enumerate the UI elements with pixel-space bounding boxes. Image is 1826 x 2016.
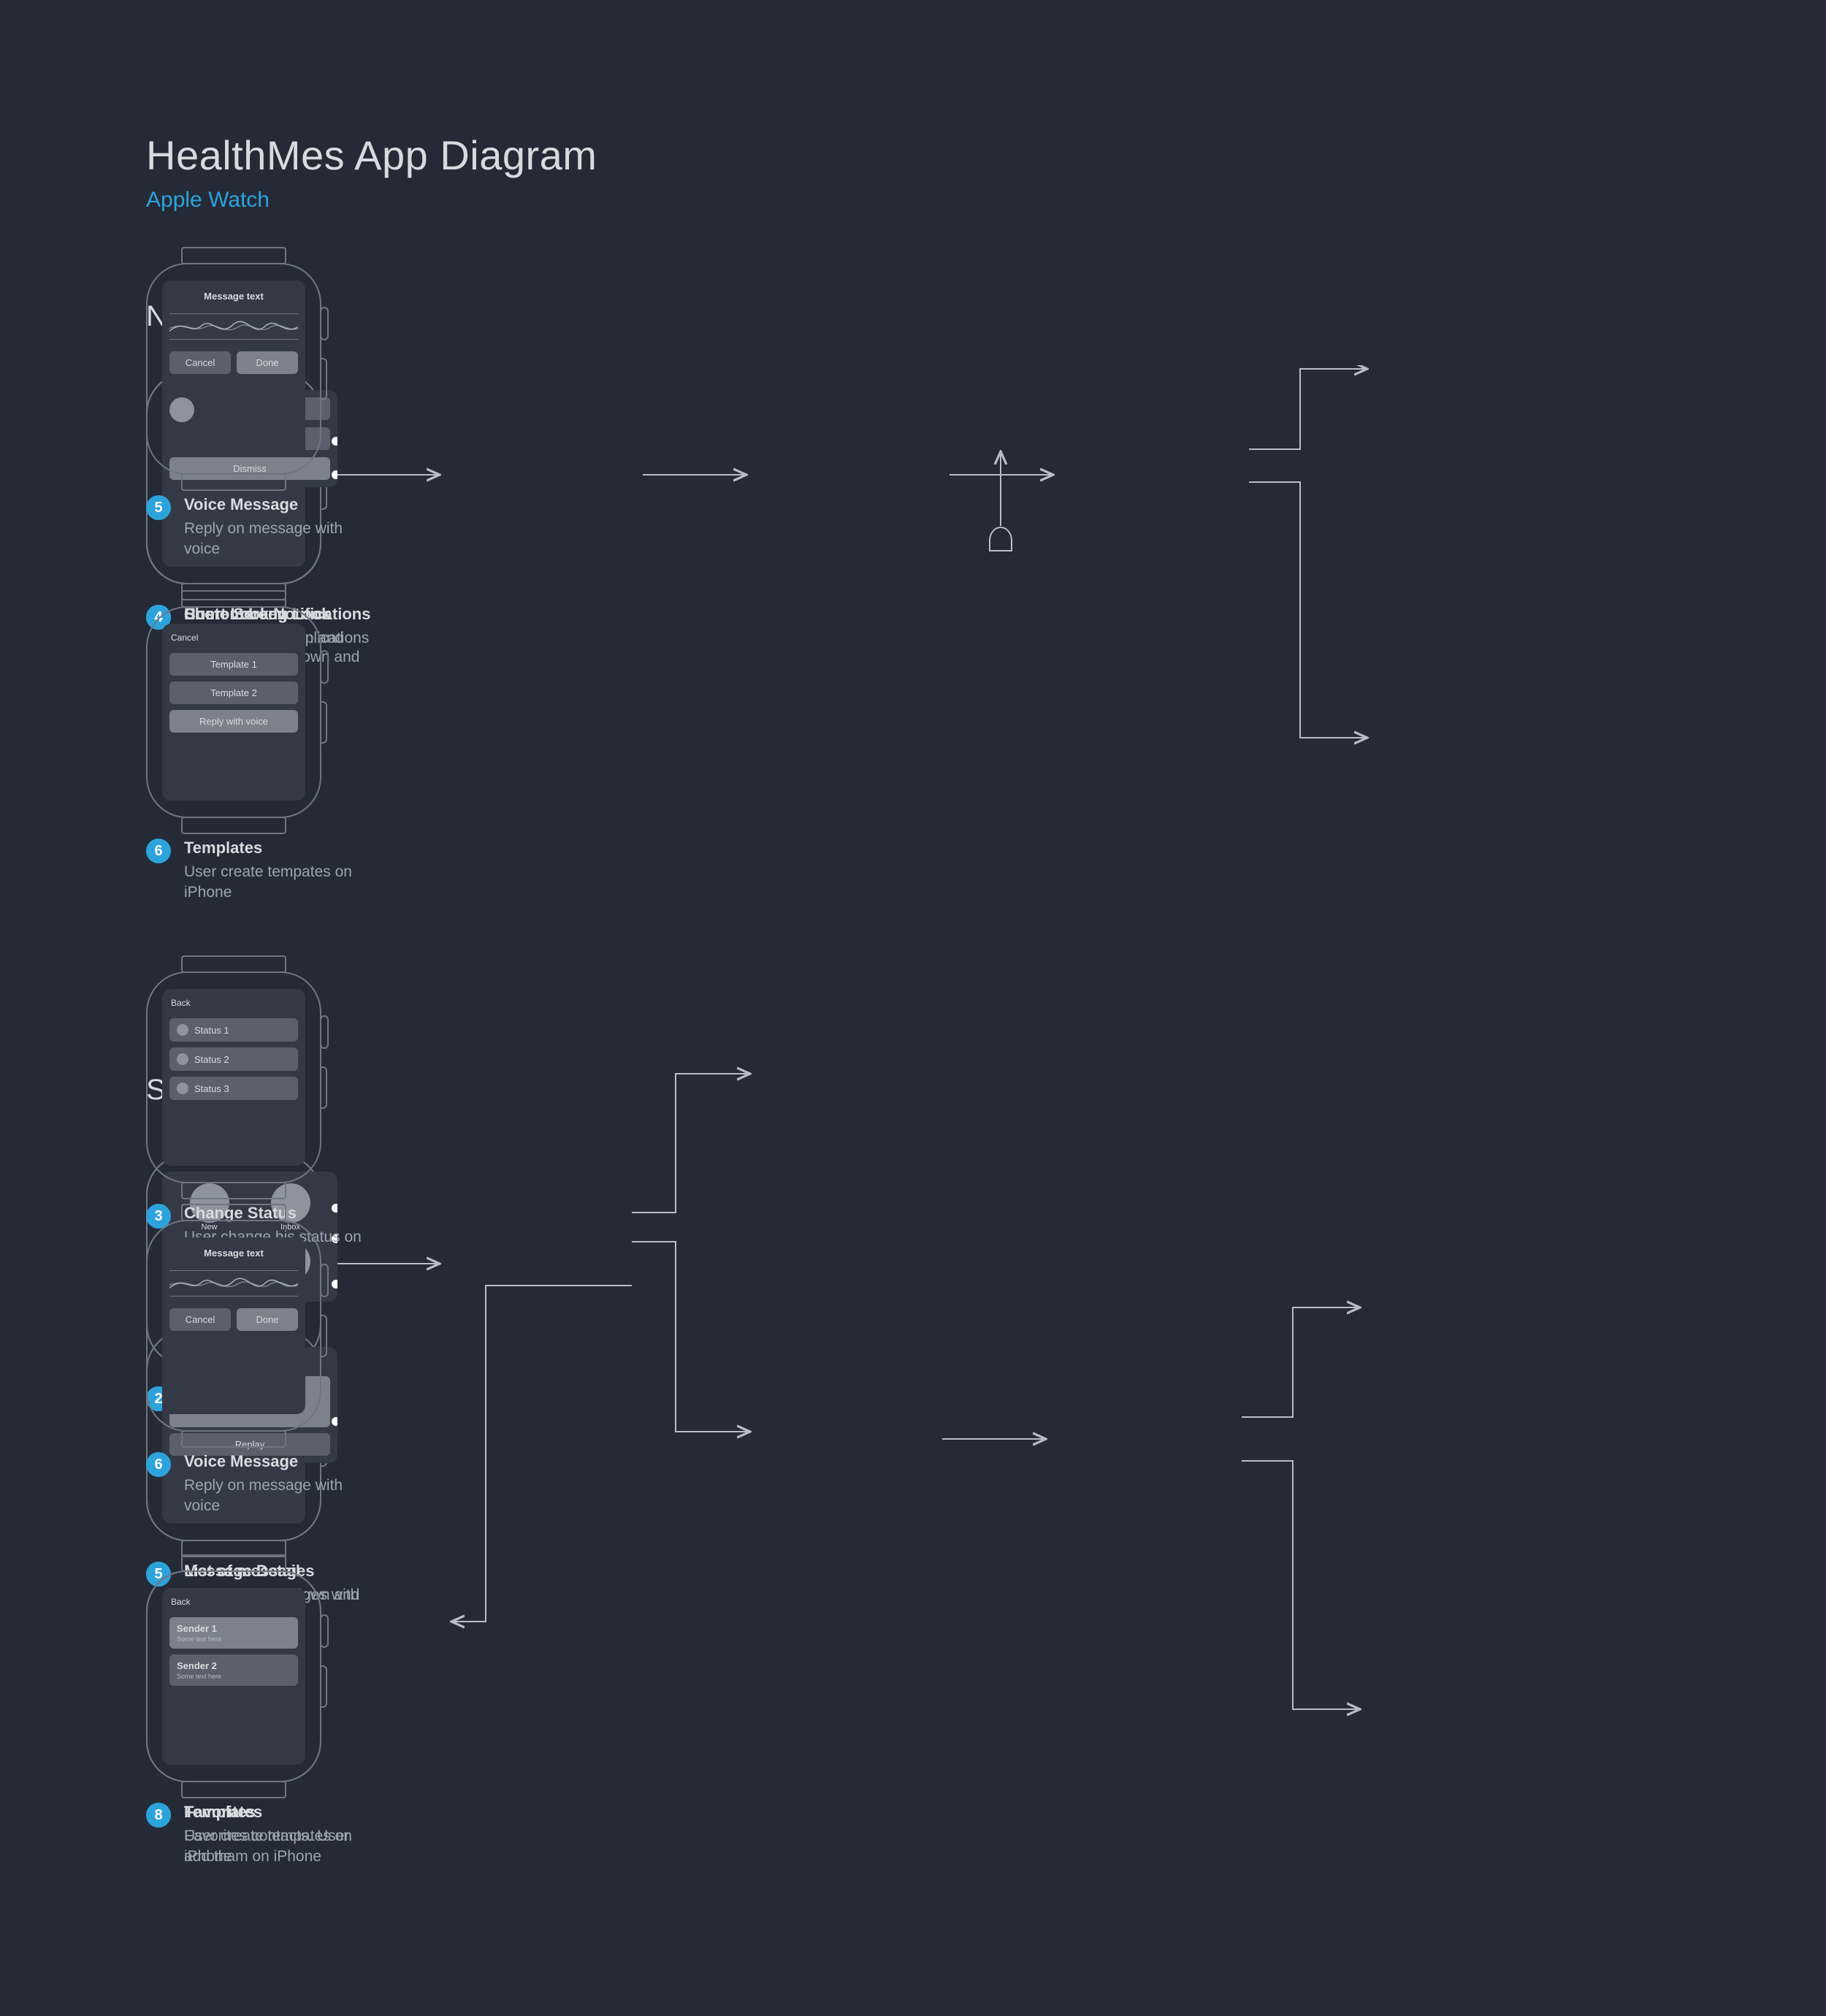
waveform-icon xyxy=(169,313,298,340)
flow-arrows-screenmap xyxy=(146,993,1680,2016)
status-3-row[interactable]: Status 3 xyxy=(169,1077,298,1100)
back-button[interactable]: Back xyxy=(169,1595,298,1611)
watch-favorites: Back Sender 1 Some text here Sender 2 So… xyxy=(146,1570,321,1782)
flow-arrows-notification xyxy=(146,365,1680,935)
cancel-label[interactable]: Cancel xyxy=(169,631,298,647)
status-2-row[interactable]: Status 2 xyxy=(169,1047,298,1071)
template-2-button[interactable]: Template 2 xyxy=(169,681,298,704)
page-title: HealthMes App Diagram xyxy=(146,131,1680,179)
watch-voice-message: Message text Cancel Done xyxy=(146,263,321,475)
watch-change-status: Back Status 1 Status 2 Status 3 xyxy=(146,971,321,1183)
reply-voice-button[interactable]: Reply with voice xyxy=(169,710,298,733)
caption-n6: 6 Templates User create tempates on iPho… xyxy=(146,839,373,904)
back-button[interactable]: Back xyxy=(169,996,298,1012)
status-1-row[interactable]: Status 1 xyxy=(169,1018,298,1042)
watch-voice-message-2: Message text Cancel Done xyxy=(146,1220,321,1432)
caption-s6: 6 Voice Message Reply on message with vo… xyxy=(146,1452,373,1517)
caption-s8: 8 Favorites Favorites contacts. User add… xyxy=(146,1803,373,1868)
sender-avatar-icon xyxy=(169,397,194,422)
cancel-button[interactable]: Cancel xyxy=(169,1308,231,1331)
done-button[interactable]: Done xyxy=(237,351,298,374)
caption-n5: 5 Voice Message Reply on message with vo… xyxy=(146,495,373,560)
page-subtitle: Apple Watch xyxy=(146,188,1680,213)
voice-header: Message text xyxy=(169,1248,298,1259)
favorite-row-1[interactable]: Sender 1 Some text here xyxy=(169,1617,298,1649)
done-button[interactable]: Done xyxy=(237,1308,298,1331)
favorite-row-2[interactable]: Sender 2 Some text here xyxy=(169,1654,298,1686)
watch-templates: Cancel Template 1 Template 2 Reply with … xyxy=(146,606,321,818)
voice-header: Message text xyxy=(169,291,298,302)
template-1-button[interactable]: Template 1 xyxy=(169,653,298,676)
cancel-button[interactable]: Cancel xyxy=(169,351,231,374)
section-notification: Notification xyxy=(146,300,1680,333)
waveform-icon xyxy=(169,1270,298,1297)
